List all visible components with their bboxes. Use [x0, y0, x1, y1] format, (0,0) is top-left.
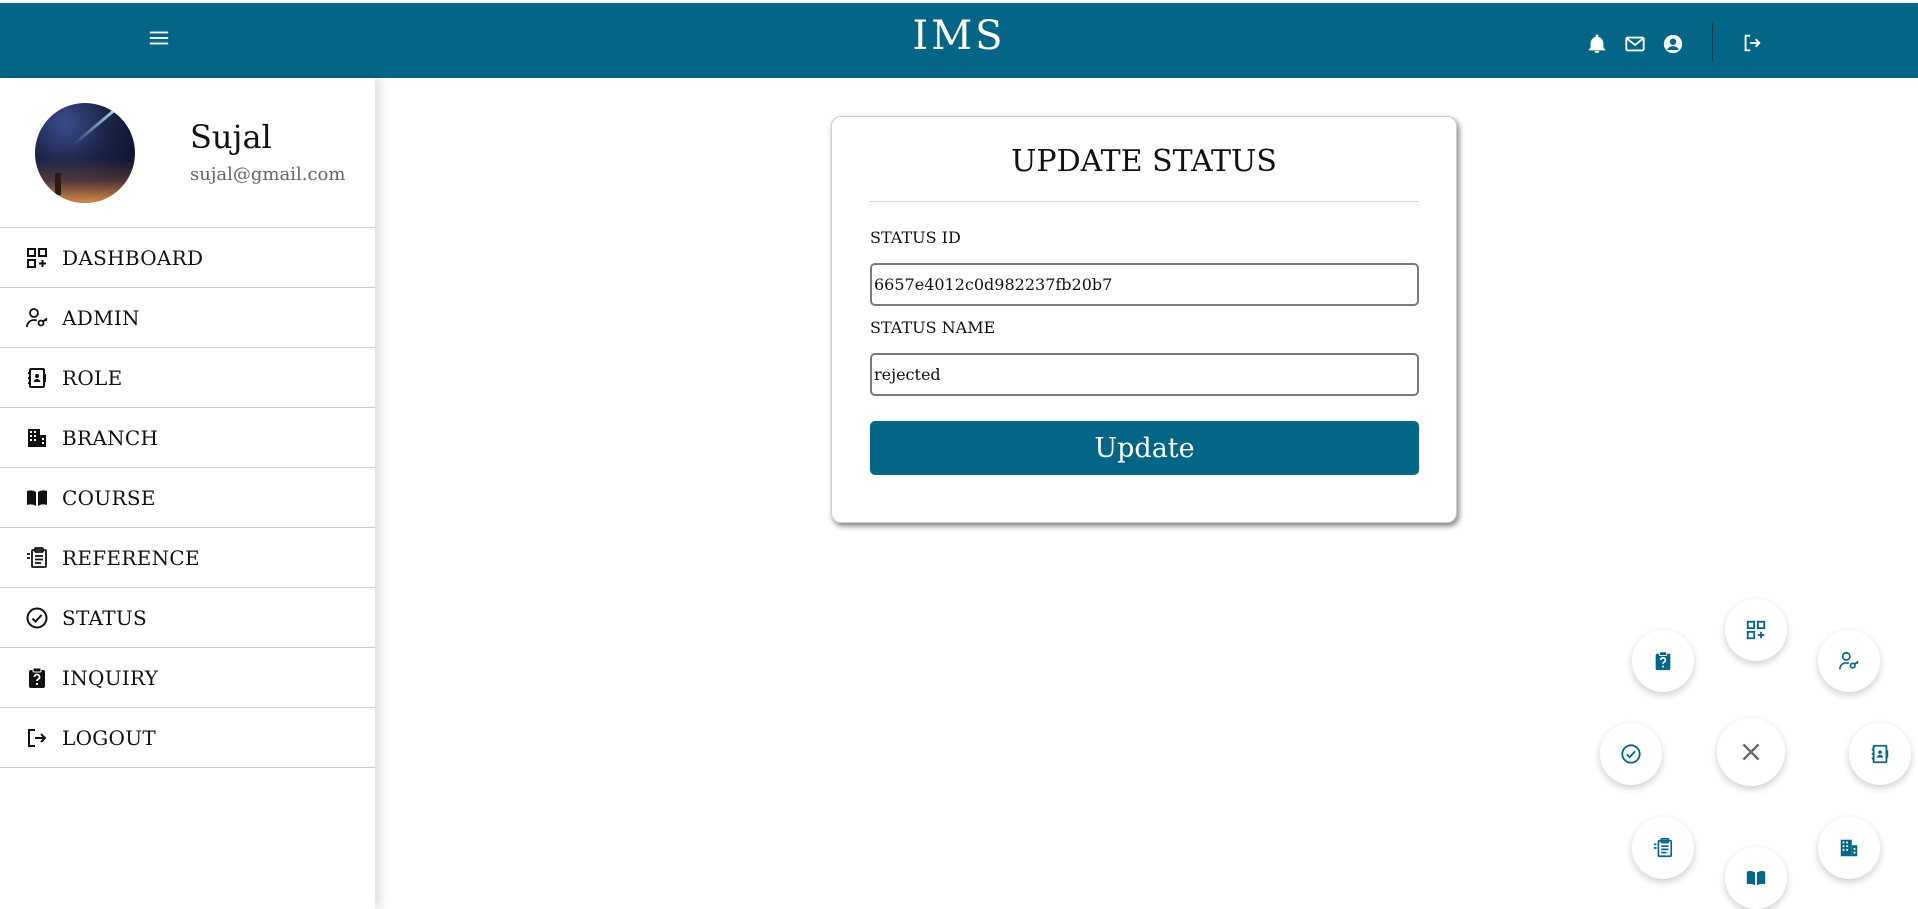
- sidebar-item-label: DASHBOARD: [62, 245, 204, 270]
- admin-key-icon: [1839, 651, 1859, 670]
- sidebar-item-course[interactable]: COURSE: [0, 468, 375, 528]
- fab-dashboard[interactable]: [1725, 599, 1787, 661]
- check-circle-icon: [25, 606, 49, 630]
- title-divider: [870, 201, 1418, 202]
- update-status-card: UPDATE STATUS STATUS ID STATUS NAME Upda…: [831, 116, 1457, 523]
- bell-icon[interactable]: [1585, 32, 1609, 56]
- fab-inquiry[interactable]: [1632, 630, 1694, 692]
- sidebar: Sujal sujal@gmail.com DASHBOARD ADMIN RO…: [0, 78, 375, 909]
- sidebar-item-label: LOGOUT: [62, 725, 157, 750]
- avatar: [35, 103, 135, 203]
- dashboard-icon: [1746, 620, 1766, 640]
- contact-book-icon: [25, 366, 49, 390]
- top-app-bar: IMS: [0, 3, 1918, 78]
- check-circle-icon: [1621, 744, 1641, 764]
- sidebar-item-inquiry[interactable]: INQUIRY: [0, 648, 375, 708]
- sidebar-item-label: COURSE: [62, 485, 156, 510]
- user-account-icon[interactable]: [1661, 32, 1685, 56]
- profile-section: Sujal sujal@gmail.com: [0, 78, 375, 228]
- status-id-label: STATUS ID: [870, 228, 961, 247]
- logout-icon: [25, 726, 49, 750]
- sidebar-item-dashboard[interactable]: DASHBOARD: [0, 228, 375, 288]
- sidebar-item-label: BRANCH: [62, 425, 159, 450]
- building-icon: [1840, 839, 1858, 857]
- sidebar-item-label: STATUS: [62, 605, 147, 630]
- fab-reference[interactable]: [1632, 817, 1694, 879]
- sidebar-item-status[interactable]: STATUS: [0, 588, 375, 648]
- fab-course[interactable]: [1725, 847, 1787, 909]
- header-actions: [1585, 29, 1685, 59]
- status-name-label: STATUS NAME: [870, 318, 996, 337]
- sidebar-item-label: INQUIRY: [62, 665, 159, 690]
- fab-status[interactable]: [1600, 723, 1662, 785]
- sidebar-item-role[interactable]: ROLE: [0, 348, 375, 408]
- clipboard-list-icon: [1653, 838, 1673, 858]
- book-icon: [25, 486, 49, 510]
- sidebar-item-label: ADMIN: [62, 305, 140, 330]
- header-divider: [1712, 23, 1713, 61]
- sidebar-item-label: ROLE: [62, 365, 123, 390]
- fab-role[interactable]: [1849, 723, 1911, 785]
- sidebar-item-admin[interactable]: ADMIN: [0, 288, 375, 348]
- fab-admin[interactable]: [1818, 630, 1880, 692]
- profile-name: Sujal: [190, 118, 272, 156]
- admin-key-icon: [25, 306, 49, 330]
- clipboard-question-icon: [1655, 651, 1671, 671]
- contact-book-icon: [1871, 744, 1889, 764]
- status-name-input[interactable]: [870, 353, 1419, 396]
- fab-branch[interactable]: [1818, 817, 1880, 879]
- fab-close-menu[interactable]: [1717, 718, 1785, 786]
- status-id-input[interactable]: [870, 263, 1419, 306]
- sidebar-item-reference[interactable]: REFERENCE: [0, 528, 375, 588]
- update-button[interactable]: Update: [870, 421, 1419, 475]
- menu-toggle-icon[interactable]: [148, 27, 170, 49]
- sidebar-item-label: REFERENCE: [62, 545, 200, 570]
- logout-icon[interactable]: [1740, 31, 1764, 55]
- sidebar-item-branch[interactable]: BRANCH: [0, 408, 375, 468]
- mail-icon[interactable]: [1623, 32, 1647, 56]
- building-icon: [25, 426, 49, 450]
- clipboard-question-icon: [25, 666, 49, 690]
- close-icon: [1742, 743, 1760, 761]
- sidebar-item-logout[interactable]: LOGOUT: [0, 708, 375, 768]
- profile-email: sujal@gmail.com: [190, 164, 346, 185]
- book-icon: [1746, 870, 1766, 886]
- dashboard-icon: [25, 246, 49, 270]
- page-title: UPDATE STATUS: [1011, 144, 1277, 179]
- clipboard-list-icon: [25, 546, 49, 570]
